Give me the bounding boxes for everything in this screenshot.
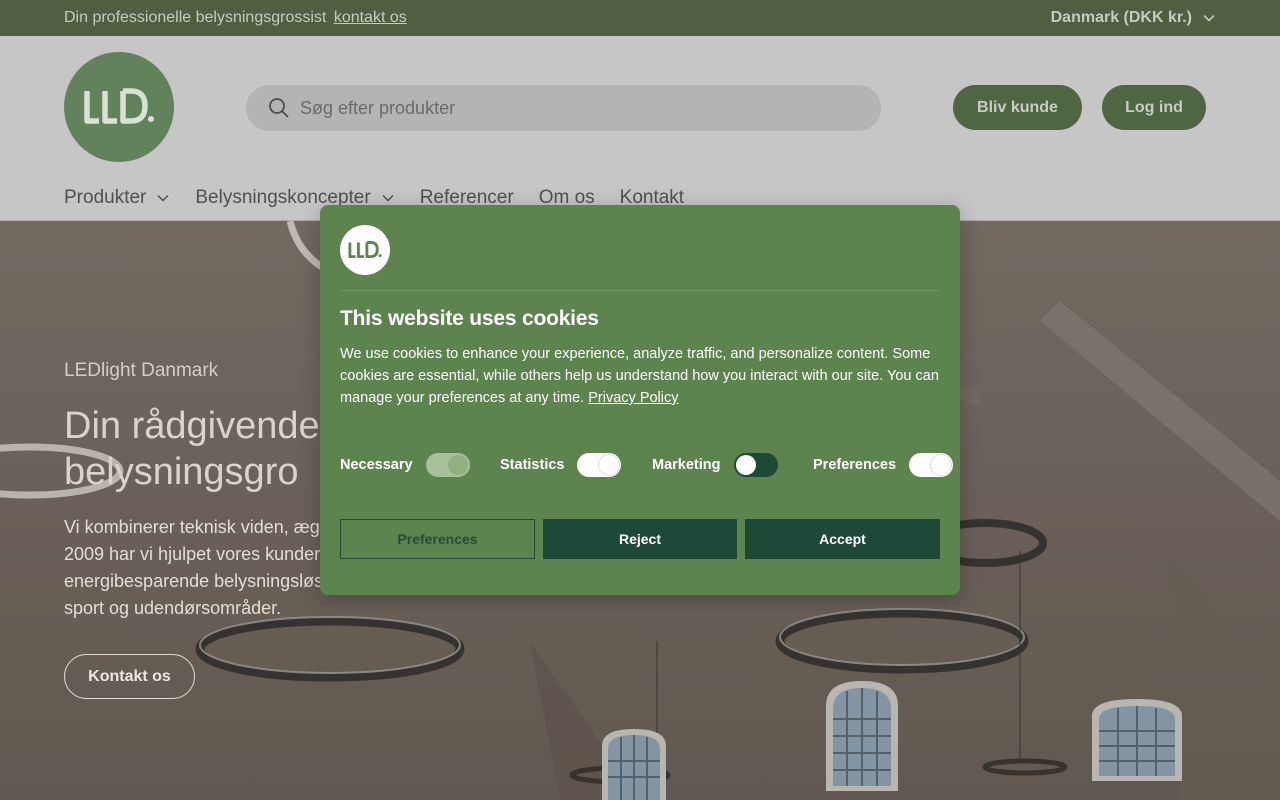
hero-lead-line: 2009 har vi hjulpet vores kunder m bbox=[64, 544, 320, 564]
privacy-policy-link[interactable]: Privacy Policy bbox=[588, 390, 678, 406]
hero-eyebrow: LEDlight Danmark bbox=[64, 360, 219, 381]
search-input[interactable] bbox=[300, 97, 820, 119]
chevron-down-icon bbox=[157, 194, 169, 202]
lld-logo-icon bbox=[84, 88, 154, 124]
hero-title-line: belysningsgro bbox=[64, 451, 299, 493]
hero-title-line: Din rådgivende bbox=[64, 405, 320, 447]
cookie-consent-dialog: This website uses cookies We use cookies… bbox=[320, 205, 960, 595]
toggle-label: Statistics bbox=[500, 457, 565, 473]
country-label: Danmark (DKK kr.) bbox=[1050, 9, 1192, 26]
site-header: Bliv kunde Log ind Produkter Belysningsk… bbox=[0, 36, 1280, 221]
nav-item-produkter[interactable]: Produkter bbox=[64, 187, 170, 209]
accept-button[interactable]: Accept bbox=[745, 519, 940, 559]
toggle-preferences: Preferences bbox=[813, 453, 954, 477]
cookie-dialog-description: We use cookies to enhance your experienc… bbox=[340, 343, 940, 409]
hero-lead: Vi kombinerer teknisk viden, ægte 2009 h… bbox=[64, 514, 320, 622]
contact-link[interactable]: kontakt os bbox=[334, 9, 407, 26]
toggle-label: Preferences bbox=[813, 457, 897, 473]
become-customer-button[interactable]: Bliv kunde bbox=[953, 85, 1082, 130]
country-selector[interactable]: Danmark (DKK kr.) bbox=[1051, 9, 1216, 27]
hero-title: Din rådgivende belysningsgro bbox=[64, 403, 324, 495]
preferences-switch[interactable] bbox=[909, 453, 954, 477]
site-logo[interactable] bbox=[64, 52, 174, 162]
toggle-label: Necessary bbox=[340, 457, 413, 473]
announcement-bar: Din professionelle belysningsgrossist ko… bbox=[0, 0, 1280, 36]
necessary-switch bbox=[425, 453, 470, 477]
announcement-text: Din professionelle belysningsgrossist bbox=[64, 9, 327, 26]
toggle-necessary: Necessary bbox=[340, 453, 470, 477]
reject-button[interactable]: Reject bbox=[543, 519, 737, 559]
hero-lead-line: energibesparende belysningsløsn bbox=[64, 571, 320, 591]
preferences-button[interactable]: Preferences bbox=[340, 519, 535, 559]
chevron-down-icon bbox=[382, 194, 394, 202]
hero-lead-line: sport og udendørsområder. bbox=[64, 598, 282, 618]
announcement-message: Din professionelle belysningsgrossist ko… bbox=[64, 9, 407, 27]
toggle-statistics: Statistics bbox=[500, 453, 622, 477]
cookie-dialog-title: This website uses cookies bbox=[340, 307, 599, 330]
nav-label: Produkter bbox=[64, 187, 147, 208]
toggle-label: Marketing bbox=[652, 457, 721, 473]
contact-us-button[interactable]: Kontakt os bbox=[64, 654, 195, 699]
search-icon bbox=[269, 98, 289, 118]
cookie-dialog-logo bbox=[340, 225, 390, 275]
hero-lead-line: Vi kombinerer teknisk viden, ægte bbox=[64, 517, 320, 537]
lld-logo-icon bbox=[348, 241, 382, 259]
chevron-down-icon bbox=[1203, 14, 1215, 22]
toggle-marketing: Marketing bbox=[652, 453, 778, 477]
statistics-switch[interactable] bbox=[577, 453, 622, 477]
cookie-category-toggles: Necessary Statistics Marketing Preferenc… bbox=[340, 453, 954, 477]
dialog-divider bbox=[340, 290, 940, 291]
login-button[interactable]: Log ind bbox=[1102, 85, 1206, 130]
search-bar[interactable] bbox=[246, 85, 881, 131]
marketing-switch[interactable] bbox=[733, 453, 778, 477]
